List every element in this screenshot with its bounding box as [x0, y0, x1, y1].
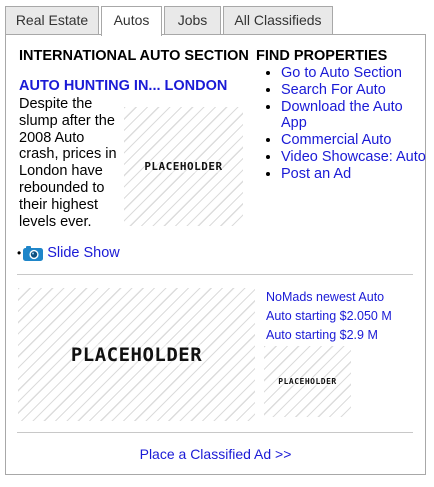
promo-image-small-label: PLACEHOLDER	[278, 377, 337, 386]
post-an-ad-link[interactable]: Post an Ad	[281, 166, 351, 182]
story-text: Despite the slump after the 2008 Auto cr…	[19, 96, 117, 230]
slideshow-link[interactable]: • Slide Show	[17, 245, 120, 261]
classified-link-row: Place a Classified Ad >>	[6, 446, 425, 462]
place-classified-ad-link[interactable]: Place a Classified Ad >>	[140, 446, 292, 462]
search-for-auto-link[interactable]: Search For Auto	[281, 82, 386, 98]
camera-icon	[23, 245, 44, 261]
list-item: Commercial Auto	[281, 132, 427, 149]
classifieds-widget: Real Estate Autos Jobs All Classifieds I…	[0, 0, 434, 487]
bullet: •	[17, 246, 22, 260]
tab-autos[interactable]: Autos	[101, 6, 162, 36]
list-item: Post an Ad	[281, 166, 427, 183]
section-heading: INTERNATIONAL AUTO SECTION	[19, 48, 249, 64]
slideshow-label[interactable]: Slide Show	[47, 245, 120, 261]
video-showcase-link[interactable]: Video Showcase: Auto	[281, 149, 426, 165]
nomads-newest-auto-link[interactable]: NoMads newest Auto	[266, 288, 392, 307]
tab-all-classifieds[interactable]: All Classifieds	[223, 6, 333, 34]
list-item: Download the Auto App	[281, 99, 427, 133]
tab-jobs[interactable]: Jobs	[164, 6, 221, 34]
promo-links: NoMads newest Auto Auto starting $2.050 …	[266, 288, 392, 345]
tab-panel: INTERNATIONAL AUTO SECTION FIND PROPERTI…	[5, 34, 426, 475]
divider	[17, 432, 413, 433]
commercial-auto-link[interactable]: Commercial Auto	[281, 132, 391, 148]
promo-image-large[interactable]: PLACEHOLDER	[18, 288, 255, 421]
list-item: Go to Auto Section	[281, 65, 427, 82]
list-item: Video Showcase: Auto	[281, 149, 427, 166]
tab-real-estate[interactable]: Real Estate	[5, 6, 99, 34]
story-headline-link[interactable]: AUTO HUNTING IN... LONDON	[19, 78, 227, 94]
auto-starting-2050-link[interactable]: Auto starting $2.050 M	[266, 307, 392, 326]
divider	[17, 274, 413, 275]
list-item: Search For Auto	[281, 82, 427, 99]
find-properties-list: Go to Auto Section Search For Auto Downl…	[261, 65, 427, 183]
story-image[interactable]: PLACEHOLDER	[124, 107, 243, 226]
download-app-link[interactable]: Download the Auto App	[281, 99, 403, 132]
auto-starting-29-link[interactable]: Auto starting $2.9 M	[266, 326, 392, 345]
promo-image-large-label: PLACEHOLDER	[70, 343, 203, 366]
story-image-label: PLACEHOLDER	[144, 160, 223, 173]
tab-bar: Real Estate Autos Jobs All Classifieds	[5, 6, 335, 36]
find-properties-heading: FIND PROPERTIES	[256, 48, 388, 64]
go-to-auto-section-link[interactable]: Go to Auto Section	[281, 65, 402, 81]
promo-image-small[interactable]: PLACEHOLDER	[264, 346, 351, 417]
